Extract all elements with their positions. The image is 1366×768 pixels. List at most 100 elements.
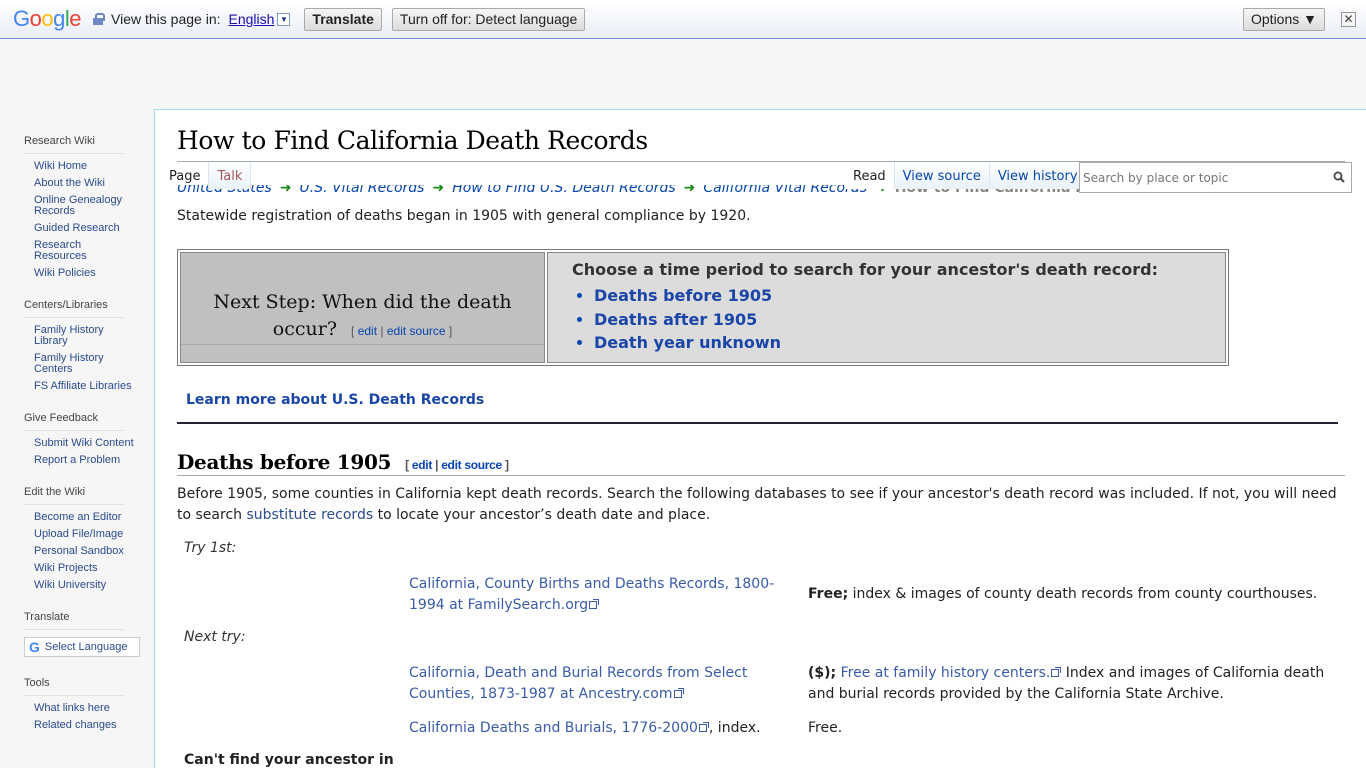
tab-view-source[interactable]: View source: [893, 162, 989, 189]
record-desc: index & images of county death records f…: [848, 586, 1318, 602]
paragraph-text: to locate your ancestor’s death date and…: [373, 507, 711, 523]
arrow-right-icon: ➜: [432, 180, 445, 196]
sidebar-item-related-changes[interactable]: Related changes: [34, 720, 134, 731]
heading-divider: [177, 475, 1345, 476]
close-icon[interactable]: ✕: [1341, 11, 1356, 27]
select-language-dropdown[interactable]: G Select Language: [24, 637, 140, 657]
logo-letter: g: [53, 6, 65, 31]
namespace-tabs: Page Talk: [161, 162, 252, 189]
section-paragraph: Before 1905, some counties in California…: [177, 484, 1349, 526]
language-select[interactable]: English: [229, 11, 275, 27]
sidebar-item-online-records[interactable]: Online Genealogy Records: [34, 195, 134, 217]
translate-button[interactable]: Translate: [304, 7, 382, 31]
sidebar-item-fs-affiliate[interactable]: FS Affiliate Libraries: [34, 381, 134, 392]
arrow-right-icon: ➜: [683, 180, 696, 196]
options-button[interactable]: Options ▼: [1243, 7, 1325, 31]
external-link-icon: [1051, 667, 1062, 677]
sidebar-item-about-wiki[interactable]: About the Wiki: [34, 178, 134, 189]
tab-talk[interactable]: Talk: [208, 162, 252, 189]
sidebar: Research Wiki Wiki Home About the Wiki O…: [0, 110, 155, 768]
logo-letter: e: [69, 6, 82, 31]
sidebar-item-university[interactable]: Wiki University: [34, 580, 134, 591]
external-link-icon: [589, 599, 600, 609]
tab-page[interactable]: Page: [161, 162, 208, 189]
record-desc-cell: Free.: [808, 718, 1348, 739]
sidebar-section-feedback: Give Feedback Submit Wiki Content Report…: [24, 412, 155, 466]
sidebar-item-upload[interactable]: Upload File/Image: [34, 529, 134, 540]
sidebar-section-edit: Edit the Wiki Become an Editor Upload Fi…: [24, 486, 155, 591]
edit-links: [ edit | edit source ]: [405, 458, 509, 472]
sidebar-item-what-links[interactable]: What links here: [34, 703, 134, 714]
lock-icon: [93, 13, 106, 25]
record-link-cell: California Deaths and Burials, 1776-2000…: [409, 718, 794, 739]
death-year-unknown-link[interactable]: Death year unknown: [594, 333, 781, 352]
breadcrumb-link[interactable]: U.S. Vital Records: [300, 185, 425, 196]
sidebar-item-research-resources[interactable]: Research Resources: [34, 240, 134, 262]
sidebar-heading: Research Wiki: [24, 135, 124, 154]
next-step-title-line2: occur?: [272, 318, 338, 340]
search-icon[interactable]: [1333, 171, 1345, 183]
sidebar-item-report-problem[interactable]: Report a Problem: [34, 455, 134, 466]
view-tabs: Read View source View history: [845, 162, 1087, 189]
sidebar-item-guided-research[interactable]: Guided Research: [34, 223, 134, 234]
sidebar-item-projects[interactable]: Wiki Projects: [34, 563, 134, 574]
sidebar-item-fhc[interactable]: Family History Centers: [34, 353, 134, 375]
choose-period-label: Choose a time period to search for your …: [572, 260, 1158, 279]
logo-letter: o: [29, 6, 42, 31]
price-label: Free;: [808, 586, 849, 602]
search-input[interactable]: [1080, 163, 1320, 192]
turn-off-button[interactable]: Turn off for: Detect language: [391, 7, 586, 31]
try-first-label: Try 1st:: [184, 540, 237, 556]
record-link[interactable]: California, Death and Burial Records fro…: [409, 665, 747, 702]
sidebar-section-tools: Tools What links here Related changes: [24, 677, 155, 731]
free-at-fhc-link[interactable]: Free at family history centers.: [841, 665, 1051, 681]
sidebar-item-sandbox[interactable]: Personal Sandbox: [34, 546, 134, 557]
edit-source-link[interactable]: edit source: [441, 458, 502, 472]
sidebar-heading: Give Feedback: [24, 412, 124, 431]
edit-link[interactable]: edit: [412, 458, 432, 472]
tab-read[interactable]: Read: [845, 162, 894, 189]
dropdown-arrow-icon[interactable]: ▼: [277, 12, 291, 26]
learn-more-link[interactable]: Learn more about U.S. Death Records: [186, 392, 484, 408]
view-page-label: View this page in:: [111, 11, 221, 27]
sidebar-item-wiki-policies[interactable]: Wiki Policies: [34, 268, 134, 279]
sidebar-heading: Translate: [24, 611, 124, 630]
sidebar-item-wiki-home[interactable]: Wiki Home: [34, 161, 134, 172]
sidebar-section-centers: Centers/Libraries Family History Library…: [24, 299, 155, 392]
sidebar-item-fhl[interactable]: Family History Library: [34, 325, 134, 347]
edit-links: [ edit | edit source ]: [351, 324, 453, 338]
sidebar-heading: Edit the Wiki: [24, 486, 124, 505]
breadcrumb-link[interactable]: How to Find U.S. Death Records: [452, 185, 675, 196]
search-box: [1079, 162, 1352, 193]
cant-find-label: Can't find your ancestor in: [184, 752, 394, 768]
external-link-icon: [698, 722, 709, 732]
record-desc-cell: Free; index & images of county death rec…: [808, 584, 1348, 605]
edit-link[interactable]: edit: [358, 324, 377, 338]
translate-bar: Google View this page in: English ▼ Tran…: [0, 0, 1366, 39]
next-step-heading: Next Step: When did the death occur? [ ed…: [181, 289, 544, 345]
record-link[interactable]: California Deaths and Burials, 1776-2000: [409, 720, 698, 736]
deaths-before-1905-link[interactable]: Deaths before 1905: [594, 286, 772, 305]
next-step-heading-cell: Next Step: When did the death occur? [ ed…: [180, 252, 545, 363]
substitute-records-link[interactable]: substitute records: [246, 507, 373, 523]
deaths-after-1905-link[interactable]: Deaths after 1905: [594, 310, 757, 329]
record-link-cell: California, County Births and Deaths Rec…: [409, 574, 794, 616]
tab-view-history[interactable]: View history: [988, 162, 1087, 189]
select-language-label: Select Language: [44, 641, 128, 653]
arrow-right-icon: ➜: [279, 180, 292, 196]
next-try-label: Next try:: [184, 629, 246, 645]
section-heading: Deaths before 1905 [ edit | edit source ]: [177, 450, 509, 474]
section-divider: [177, 422, 1338, 424]
breadcrumb-link[interactable]: California Vital Records: [703, 185, 867, 196]
record-link-cell: California, Death and Burial Records fro…: [409, 663, 794, 705]
sidebar-item-submit-content[interactable]: Submit Wiki Content: [34, 438, 134, 449]
sidebar-section-research-wiki: Research Wiki Wiki Home About the Wiki O…: [24, 135, 155, 279]
logo-letter: o: [41, 6, 54, 31]
price-label: ($);: [808, 665, 837, 681]
sidebar-item-become-editor[interactable]: Become an Editor: [34, 512, 134, 523]
section-title: Deaths before 1905: [177, 450, 392, 474]
edit-source-link[interactable]: edit source: [387, 324, 446, 338]
record-desc: Free.: [808, 720, 843, 736]
heading-divider: [181, 344, 544, 345]
page-title: How to Find California Death Records: [177, 126, 648, 155]
